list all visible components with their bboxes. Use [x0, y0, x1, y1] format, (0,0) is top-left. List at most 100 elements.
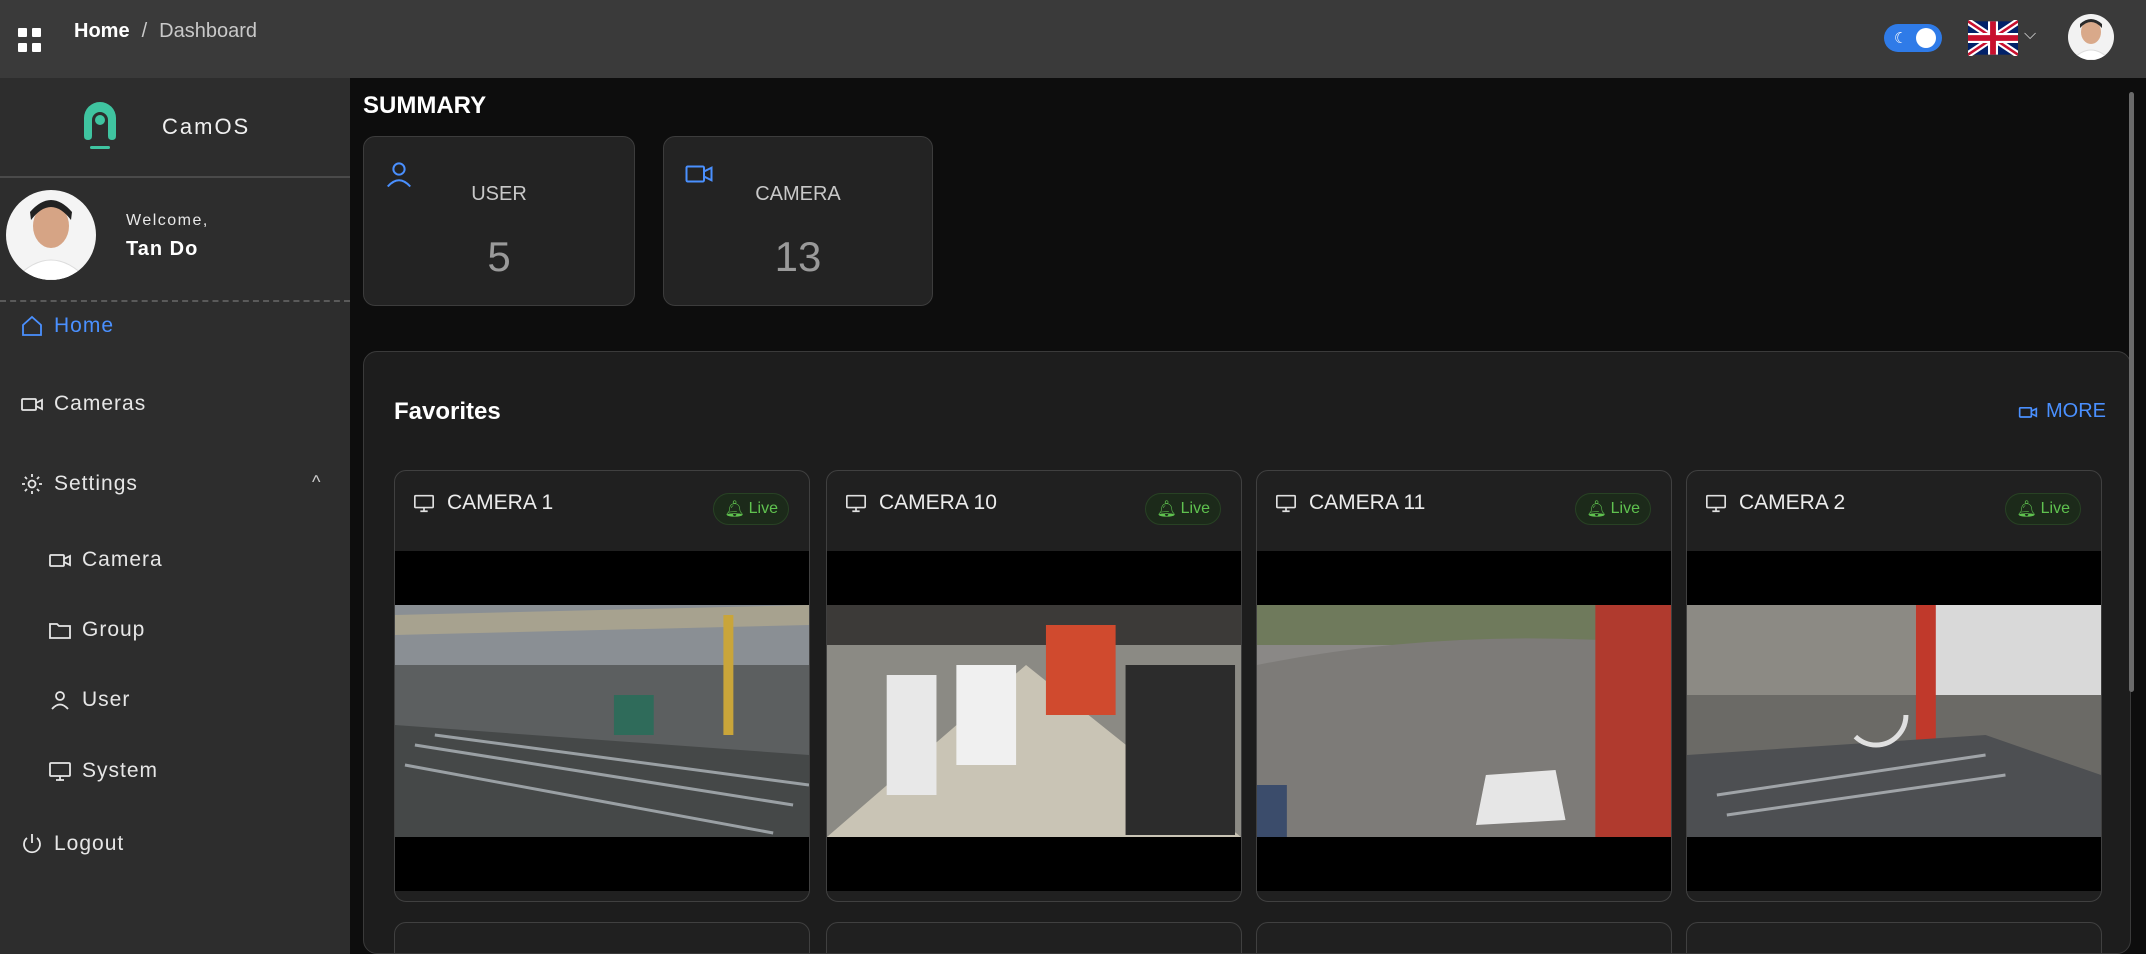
stat-value: 5 [487, 233, 511, 280]
camera-feed[interactable] [827, 551, 1241, 891]
live-status: Live [1180, 500, 1210, 517]
live-status: Live [2040, 500, 2070, 517]
live-badge: 🔔︎ Live [1575, 493, 1651, 525]
home-icon [22, 315, 42, 336]
sidebar-item-group[interactable]: Group [48, 618, 145, 642]
chevron-down-icon[interactable]: ⌵ [2024, 26, 2036, 44]
bell-icon: 🔔︎ [1586, 501, 1607, 518]
sidebar-item-label: Home [54, 314, 115, 337]
camera-feed[interactable] [395, 551, 809, 891]
breadcrumb: Home / Dashboard [74, 20, 257, 43]
camera-icon [49, 554, 71, 567]
profile-avatar [6, 190, 96, 280]
camera-header: CAMERA 11 [1275, 491, 1425, 515]
camera-header: CAMERA 2 [1705, 491, 1845, 515]
window-bottom-edge [0, 954, 2146, 960]
camera-card[interactable]: CAMERA 1 🔔︎ Live [394, 470, 810, 902]
bell-icon: 🔔︎ [2016, 501, 2037, 518]
user-icon [51, 691, 69, 710]
welcome-text: Welcome, [126, 212, 209, 229]
sidebar-item-label: Settings [54, 472, 138, 495]
sidebar-item-label: Cameras [54, 392, 147, 415]
sidebar-item-camera[interactable]: Camera [48, 548, 163, 572]
toggle-knob [1916, 28, 1936, 48]
sidebar-item-label: Group [82, 618, 146, 641]
folder-icon [49, 623, 71, 639]
camera-snapshot [1687, 605, 2101, 837]
camera-snapshot [1257, 605, 1671, 837]
live-badge: 🔔︎ Live [1145, 493, 1221, 525]
uk-flag-icon[interactable] [1968, 20, 2018, 56]
live-status: Live [1610, 500, 1640, 517]
more-label: MORE [2046, 400, 2106, 422]
logo-area: CamOS [0, 78, 350, 178]
sidebar: CamOS Welcome, Tan Do Home Cameras Setti… [0, 78, 350, 954]
camera-feed[interactable] [1687, 551, 2101, 891]
camera-card[interactable]: CAMERA 2 🔔︎ Live [1686, 470, 2102, 902]
video-icon [2018, 406, 2038, 418]
sidebar-item-cameras[interactable]: Cameras [20, 392, 146, 416]
favorites-title: Favorites [394, 398, 501, 425]
camera-name: CAMERA 11 [1309, 491, 1426, 514]
camera-card[interactable] [1256, 922, 1672, 953]
main-content: SUMMARY USER 5 CAMERA 13 Favorites MORE … [350, 78, 2146, 954]
camera-card[interactable] [826, 922, 1242, 953]
breadcrumb-current: Dashboard [159, 20, 257, 42]
camera-card[interactable] [394, 922, 810, 953]
camera-header: CAMERA 10 [845, 491, 997, 515]
favorites-panel: Favorites MORE CAMERA 1 🔔︎ Live CAMERA 1… [363, 351, 2131, 954]
camera-name: CAMERA 10 [879, 491, 997, 514]
camera-snapshot [827, 605, 1241, 837]
scrollbar[interactable] [2129, 92, 2134, 692]
bell-icon: 🔔︎ [1156, 501, 1177, 518]
top-bar: Home / Dashboard ☾ ⌵ [0, 0, 2146, 78]
sidebar-item-label: Logout [54, 832, 125, 855]
stat-value: 13 [774, 233, 822, 280]
camera-header: CAMERA 1 [413, 491, 553, 515]
sidebar-item-logout[interactable]: Logout [20, 832, 124, 856]
sidebar-item-user[interactable]: User [48, 688, 130, 712]
gear-icon [22, 474, 42, 494]
sidebar-item-label: Camera [82, 548, 163, 571]
monitor-icon [414, 494, 434, 513]
grid-menu-icon[interactable] [18, 28, 42, 52]
camera-feed[interactable] [1257, 551, 1671, 891]
avatar[interactable] [2068, 14, 2114, 60]
bell-icon: 🔔︎ [724, 501, 745, 518]
camos-logo-icon [84, 102, 116, 149]
summary-title: SUMMARY [363, 92, 487, 119]
more-button[interactable]: MORE [2018, 400, 2106, 423]
monitor-icon [1276, 494, 1296, 513]
camera-card[interactable]: CAMERA 10 🔔︎ Live [826, 470, 1242, 902]
camera-card[interactable] [1686, 922, 2102, 953]
stat-label: USER [471, 183, 527, 205]
logo-text: CamOS [162, 114, 251, 139]
camera-name: CAMERA 1 [447, 491, 554, 514]
sidebar-item-home[interactable]: Home [20, 314, 114, 338]
live-badge: 🔔︎ Live [713, 493, 789, 525]
live-status: Live [748, 500, 778, 517]
live-badge: 🔔︎ Live [2005, 493, 2081, 525]
moon-icon: ☾ [1894, 30, 1908, 47]
sidebar-item-system[interactable]: System [48, 759, 158, 783]
stat-label: CAMERA [755, 183, 841, 205]
monitor-icon [846, 494, 866, 513]
sidebar-item-label: System [82, 759, 159, 782]
sidebar-item-label: User [82, 688, 131, 711]
camera-name: CAMERA 2 [1739, 491, 1846, 514]
camera-card[interactable]: CAMERA 11 🔔︎ Live [1256, 470, 1672, 902]
monitor-icon [49, 762, 71, 781]
theme-toggle[interactable]: ☾ [1884, 24, 1942, 52]
user-stat-card[interactable]: USER 5 [363, 136, 635, 306]
chevron-up-icon[interactable]: ^ [312, 472, 321, 493]
sidebar-item-settings[interactable]: Settings ^ [20, 472, 320, 496]
monitor-icon [1706, 494, 1726, 513]
username: Tan Do [126, 238, 199, 260]
power-icon [23, 834, 41, 854]
camera-icon [21, 398, 43, 411]
user-profile: Welcome, Tan Do [0, 178, 350, 302]
camera-snapshot [395, 605, 809, 837]
camera-stat-card[interactable]: CAMERA 13 [663, 136, 933, 306]
breadcrumb-home[interactable]: Home [74, 20, 130, 43]
breadcrumb-separator: / [141, 20, 148, 42]
